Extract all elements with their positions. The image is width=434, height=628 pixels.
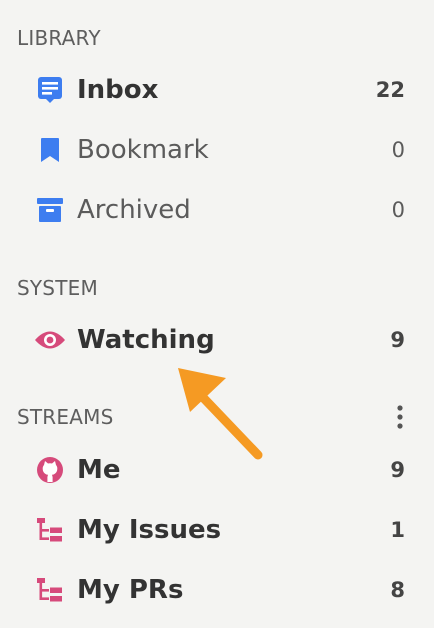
system-section-header: SYSTEM <box>17 274 410 302</box>
sidebar-item-count: 22 <box>375 78 405 102</box>
sidebar-item-me[interactable]: Me 9 <box>0 441 434 499</box>
sidebar-item-label: My Issues <box>77 515 222 545</box>
sidebar-item-count: 1 <box>390 518 405 542</box>
sidebar-item-count: 8 <box>390 578 405 602</box>
github-icon <box>34 454 66 486</box>
archive-icon <box>34 194 66 226</box>
sidebar-item-count: 9 <box>390 328 405 352</box>
sidebar-item-my-prs[interactable]: My PRs 8 <box>0 561 434 619</box>
sidebar-item-count: 0 <box>391 198 405 222</box>
sidebar-item-label: Inbox <box>77 75 159 105</box>
sidebar-item-label: Bookmark <box>77 135 209 165</box>
more-vertical-icon[interactable] <box>390 403 410 431</box>
streams-section-header: STREAMS <box>17 403 410 431</box>
sidebar-item-archived[interactable]: Archived 0 <box>0 181 434 239</box>
sidebar-item-label: Archived <box>77 195 191 225</box>
library-section-title: LIBRARY <box>17 26 101 50</box>
sidebar-item-count: 0 <box>391 138 405 162</box>
tree-icon <box>34 574 66 606</box>
eye-icon <box>34 324 66 356</box>
sidebar-item-label: Me <box>77 455 121 485</box>
streams-section-title: STREAMS <box>17 405 114 429</box>
system-section-title: SYSTEM <box>17 276 98 300</box>
sidebar-item-my-issues[interactable]: My Issues 1 <box>0 501 434 559</box>
bookmark-icon <box>34 134 66 166</box>
sidebar-item-count: 9 <box>390 458 405 482</box>
sidebar-item-inbox[interactable]: Inbox 22 <box>0 61 434 119</box>
sidebar-item-watching[interactable]: Watching 9 <box>0 311 434 369</box>
sidebar-item-bookmark[interactable]: Bookmark 0 <box>0 121 434 179</box>
sidebar-item-label: My PRs <box>77 575 184 605</box>
tree-icon <box>34 514 66 546</box>
inbox-icon <box>34 74 66 106</box>
sidebar-item-label: Watching <box>77 325 215 355</box>
library-section-header: LIBRARY <box>17 24 410 52</box>
